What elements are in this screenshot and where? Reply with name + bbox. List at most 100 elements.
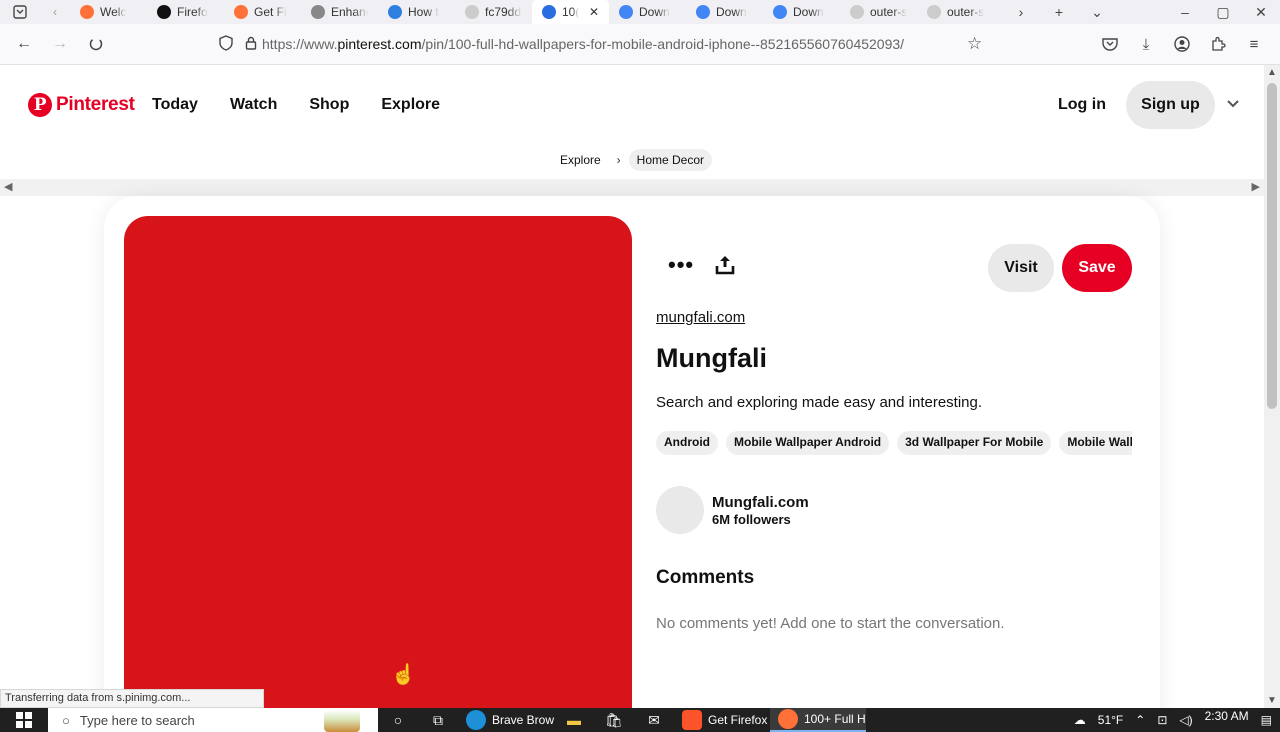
tab-favicon-icon: [773, 5, 787, 19]
extensions-icon[interactable]: [1200, 28, 1236, 60]
pocket-icon[interactable]: [1092, 28, 1128, 60]
login-button[interactable]: Log in: [1058, 96, 1106, 114]
browser-tab[interactable]: Welc: [70, 0, 147, 24]
breadcrumb-explore[interactable]: Explore: [552, 149, 609, 171]
visit-button[interactable]: Visit: [988, 244, 1054, 292]
search-highlight-image: [324, 710, 360, 732]
tag-mobile-wallpaper-android[interactable]: Mobile Wallpaper Android: [726, 431, 890, 455]
browser-tab[interactable]: How t: [378, 0, 455, 24]
task-view-icon[interactable]: ⧉: [418, 708, 458, 732]
avatar[interactable]: [656, 486, 704, 534]
scroll-right-icon[interactable]: ▶: [1252, 180, 1260, 193]
cortana-icon[interactable]: ○: [378, 708, 418, 732]
tag-mobile-wallpa[interactable]: Mobile Wallpa: [1059, 431, 1132, 455]
clock[interactable]: 2:30 AM: [1205, 709, 1249, 723]
system-tray: ☁ 51°F ⌃ ⊡ ◁) 2:30 AM ▤: [1074, 709, 1280, 727]
bookmark-star-icon[interactable]: ☆: [967, 34, 982, 54]
browser-tab[interactable]: 10(✕: [532, 0, 609, 24]
back-icon[interactable]: ←: [6, 28, 42, 60]
tab-close-icon[interactable]: ✕: [589, 5, 599, 19]
volume-icon[interactable]: ◁): [1179, 713, 1192, 727]
tracking-shield-icon[interactable]: [212, 34, 240, 54]
browser-tab[interactable]: outer-spa: [917, 0, 994, 24]
taskbar-app-brave[interactable]: Brave Brow...: [458, 708, 554, 732]
nav-today[interactable]: Today: [152, 96, 198, 114]
window-maximize-icon[interactable]: ▢: [1204, 4, 1242, 21]
web-page: P Pinterest Today Watch Shop Explore Log…: [0, 65, 1264, 708]
chevron-down-icon[interactable]: [1227, 95, 1239, 111]
nav-shop[interactable]: Shop: [309, 96, 349, 114]
lock-icon[interactable]: [240, 36, 262, 53]
save-button[interactable]: Save: [1062, 244, 1132, 292]
browser-tab[interactable]: Down: [609, 0, 686, 24]
mail-icon[interactable]: ✉: [634, 708, 674, 732]
menu-icon[interactable]: ≡: [1236, 28, 1272, 60]
horizontal-scrollbar[interactable]: ◀ ▶: [0, 179, 1264, 196]
weather-temp[interactable]: 51°F: [1098, 713, 1123, 727]
tab-label: How t: [408, 5, 439, 19]
store-icon[interactable]: 🛍: [594, 708, 634, 732]
taskbar-app-label: Get Firefox ...: [708, 713, 770, 727]
tab-list-icon[interactable]: [0, 0, 40, 24]
file-explorer-icon[interactable]: ▬: [554, 708, 594, 732]
pin-image[interactable]: [124, 216, 632, 708]
browser-tab[interactable]: Enhancer: [301, 0, 378, 24]
windows-start-icon[interactable]: [0, 708, 48, 732]
pin-actions: •••: [668, 254, 736, 276]
loading-stop-icon[interactable]: [78, 28, 114, 60]
profile-name[interactable]: Mungfali.com: [712, 494, 809, 511]
tab-label: Down: [716, 5, 747, 19]
browser-toolbar: ← → https://www.pinterest.com/pin/100-fu…: [0, 24, 1280, 65]
new-tab-icon[interactable]: +: [1040, 4, 1078, 20]
weather-icon[interactable]: ☁: [1074, 713, 1086, 727]
forward-icon[interactable]: →: [42, 28, 78, 60]
tab-scroll-right-icon[interactable]: ›: [1002, 4, 1040, 20]
creator-profile[interactable]: Mungfali.com 6M followers: [656, 486, 809, 534]
downloads-icon[interactable]: ⤓: [1128, 28, 1164, 60]
tray-chevron-up-icon[interactable]: ⌃: [1135, 713, 1145, 727]
pinterest-p-icon: P: [28, 93, 52, 117]
no-comments-text: No comments yet! Add one to start the co…: [656, 615, 1005, 632]
scroll-left-icon[interactable]: ◀: [4, 180, 12, 193]
tag-android[interactable]: Android: [656, 431, 718, 455]
taskbar-search[interactable]: ○ Type here to search: [48, 708, 378, 732]
browser-tab[interactable]: Get Fi: [224, 0, 301, 24]
tag-3d-wallpaper-for-mobile[interactable]: 3d Wallpaper For Mobile: [897, 431, 1052, 455]
tab-label: Enhancer: [331, 5, 368, 19]
window-close-icon[interactable]: ✕: [1242, 4, 1280, 21]
taskbar-app-firefox[interactable]: 100+ Full H...: [770, 708, 866, 732]
top-navigation: Today Watch Shop Explore: [152, 96, 440, 114]
browser-tab[interactable]: Down: [686, 0, 763, 24]
scroll-up-icon[interactable]: ▲: [1267, 67, 1277, 78]
scrollbar-thumb[interactable]: [1267, 83, 1277, 409]
browser-tab[interactable]: fc79dda1: [455, 0, 532, 24]
browser-tab[interactable]: Down: [763, 0, 840, 24]
more-options-icon[interactable]: •••: [668, 254, 694, 276]
tab-scroll-left-icon[interactable]: ‹: [40, 0, 70, 24]
taskbar-app-get-firefox[interactable]: Get Firefox ...: [674, 708, 770, 732]
tab-overflow-icon[interactable]: ⌄: [1078, 4, 1116, 21]
browser-tab[interactable]: Firefo: [147, 0, 224, 24]
pin-description: Search and exploring made easy and inter…: [656, 394, 983, 411]
window-minimize-icon[interactable]: –: [1166, 4, 1204, 20]
tab-label: outer-spa: [870, 5, 907, 19]
account-icon[interactable]: [1164, 28, 1200, 60]
vertical-scrollbar[interactable]: ▲ ▼: [1264, 65, 1280, 708]
pinterest-logo[interactable]: P Pinterest: [28, 93, 135, 117]
network-icon[interactable]: ⊡: [1157, 713, 1167, 727]
source-link[interactable]: mungfali.com: [656, 309, 745, 326]
nav-explore[interactable]: Explore: [381, 96, 440, 114]
address-bar[interactable]: https://www.pinterest.com/pin/100-full-h…: [212, 28, 996, 60]
share-icon[interactable]: [714, 254, 736, 276]
notification-icon[interactable]: ▤: [1261, 713, 1272, 727]
breadcrumb-home-decor[interactable]: Home Decor: [628, 149, 713, 171]
scroll-down-icon[interactable]: ▼: [1267, 695, 1277, 706]
tab-favicon-icon: [311, 5, 325, 19]
signup-button[interactable]: Sign up: [1126, 81, 1215, 129]
tab-favicon-icon: [388, 5, 402, 19]
nav-watch[interactable]: Watch: [230, 96, 277, 114]
tab-label: fc79dda1: [485, 5, 522, 19]
browser-tab[interactable]: outer-spa: [840, 0, 917, 24]
breadcrumb: Explore › Home Decor: [0, 149, 1264, 171]
logo-text: Pinterest: [56, 94, 135, 115]
